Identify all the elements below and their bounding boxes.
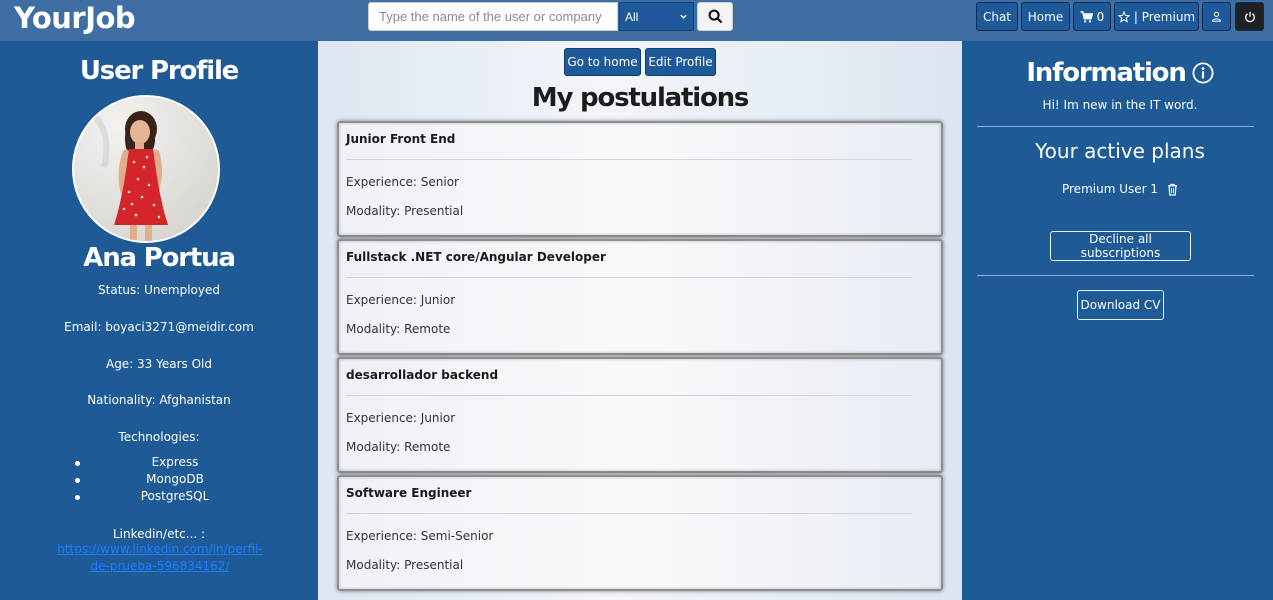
information-panel: Information Hi! Im new in the IT word. Y…: [962, 41, 1273, 600]
search-filter-value: All: [625, 9, 639, 24]
divider: [346, 395, 912, 396]
trash-icon[interactable]: [1167, 183, 1178, 196]
list-item: PostgreSQL: [75, 489, 275, 506]
job-modality: Modality: Presential: [346, 558, 464, 572]
job-title: Junior Front End: [346, 132, 456, 146]
search-input[interactable]: [368, 2, 618, 31]
information-title: Information: [962, 58, 1273, 88]
premium-label: | Premium: [1133, 9, 1196, 24]
job-title: desarrollador backend: [346, 368, 499, 382]
app-logo[interactable]: YourJob: [14, 1, 136, 35]
avatar: [72, 95, 220, 243]
linkedin-label: Linkedin/etc... :: [112, 527, 206, 541]
job-modality: Modality: Remote: [346, 322, 451, 336]
postulation-card[interactable]: desarrollador backend Experience: Junior…: [337, 357, 943, 473]
logout-button[interactable]: [1235, 2, 1264, 31]
postulation-card[interactable]: Fullstack .NET core/Angular Developer Ex…: [337, 239, 943, 355]
active-plans-title: Your active plans: [1035, 139, 1205, 163]
divider: [977, 126, 1254, 127]
search-icon: [708, 9, 722, 24]
download-cv-button[interactable]: Download CV: [1077, 290, 1164, 320]
decline-subscriptions-button[interactable]: Decline all subscriptions: [1050, 231, 1191, 261]
go-home-button[interactable]: Go to home: [564, 48, 641, 76]
chat-label: Chat: [982, 9, 1012, 24]
job-title: Software Engineer: [346, 486, 472, 500]
cart-count: 0: [1096, 9, 1105, 24]
cart-button[interactable]: 0: [1073, 2, 1111, 31]
postulations-panel: Go to home Edit Profile My postulations …: [318, 41, 962, 600]
top-navbar: YourJob All Chat Home 0 | Premium: [0, 0, 1273, 41]
linkedin-link[interactable]: https://www.linkedin.com/in/perfil-de-pr…: [55, 541, 265, 575]
divider: [346, 277, 912, 278]
chevron-down-icon: [680, 14, 687, 19]
search-filter-select[interactable]: All: [619, 2, 694, 31]
technologies-label: Technologies:: [118, 430, 200, 444]
bio-text: Hi! Im new in the IT word.: [1042, 98, 1198, 112]
postulation-card[interactable]: Junior Front End Experience: Senior Moda…: [337, 121, 943, 237]
job-title: Fullstack .NET core/Angular Developer: [346, 250, 606, 264]
cart-icon: [1080, 10, 1093, 22]
job-modality: Modality: Remote: [346, 440, 451, 454]
search-button[interactable]: [697, 2, 733, 31]
user-profile-button[interactable]: [1202, 2, 1231, 31]
user-icon: [1211, 11, 1222, 22]
divider: [346, 513, 912, 514]
profile-email: Email: boyaci3271@meidir.com: [64, 320, 254, 334]
postulation-card[interactable]: Software Engineer Experience: Semi-Senio…: [337, 475, 943, 591]
list-item: MongoDB: [75, 472, 275, 489]
chat-button[interactable]: Chat: [976, 2, 1018, 31]
profile-name: Ana Portua: [83, 243, 236, 273]
avatar-photo: [74, 97, 218, 241]
profile-panel: User Profile Ana Portua Status: Unemploy…: [0, 41, 318, 600]
technologies-list: Express MongoDB PostgreSQL: [75, 455, 275, 506]
profile-title: User Profile: [79, 56, 239, 86]
info-icon[interactable]: [1192, 62, 1214, 84]
home-label: Home: [1027, 9, 1064, 24]
divider: [346, 159, 912, 160]
job-experience: Experience: Junior: [346, 411, 456, 425]
star-icon: [1117, 10, 1130, 23]
job-modality: Modality: Presential: [346, 204, 464, 218]
active-plan: Premium User 1: [962, 182, 1273, 196]
home-button[interactable]: Home: [1021, 2, 1070, 31]
job-experience: Experience: Junior: [346, 293, 456, 307]
edit-profile-button[interactable]: Edit Profile: [645, 48, 716, 76]
page-title: My postulations: [531, 83, 750, 113]
information-title-text: Information: [1026, 58, 1187, 88]
profile-status: Status: Unemployed: [98, 283, 220, 297]
profile-age: Age: 33 Years Old: [105, 357, 213, 371]
profile-nationality: Nationality: Afghanistan: [87, 393, 231, 407]
divider: [977, 275, 1254, 276]
power-icon: [1244, 11, 1255, 22]
job-experience: Experience: Semi-Senior: [346, 529, 494, 543]
premium-button[interactable]: | Premium: [1114, 2, 1199, 31]
plan-name: Premium User 1: [1061, 182, 1158, 196]
job-experience: Experience: Senior: [346, 175, 459, 189]
list-item: Express: [75, 455, 275, 472]
